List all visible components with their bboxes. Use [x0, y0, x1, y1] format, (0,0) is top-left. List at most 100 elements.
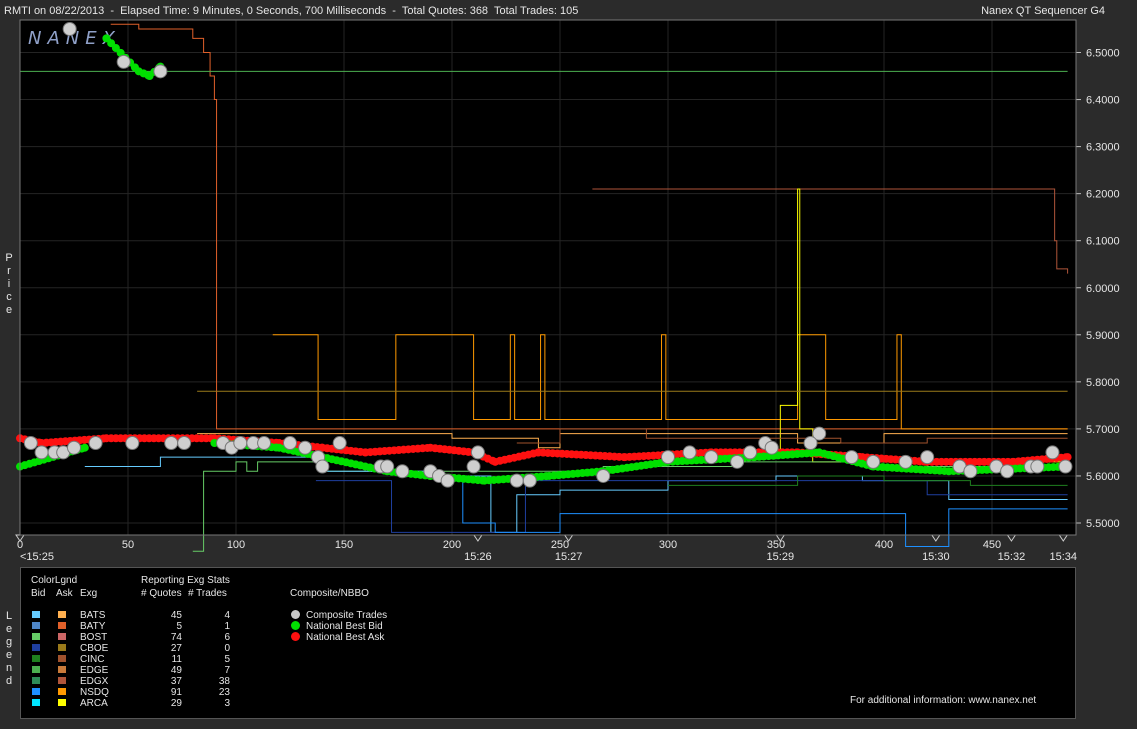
- exchange-trades: 4: [224, 610, 230, 621]
- exchange-name: EDGE: [80, 665, 109, 676]
- time-tick-mark: [472, 534, 483, 542]
- y-axis-label-letter: i: [7, 278, 11, 290]
- y-axis-label-letter: P: [5, 252, 13, 264]
- composite-trade-point: [164, 436, 179, 451]
- footer-info: For additional information: www.nanex.ne…: [850, 695, 1037, 706]
- time-tick-label: 15:34: [1050, 551, 1078, 563]
- exchange-trades: 0: [224, 643, 230, 654]
- exchange-trades: 23: [218, 687, 230, 698]
- x-tick-label: 250: [551, 539, 569, 551]
- y-tick-label: 5.6000: [1086, 471, 1120, 483]
- composite-trade-point: [1030, 459, 1045, 474]
- bid-color-swatch: [32, 611, 40, 618]
- y-axis-label-letter: e: [5, 304, 13, 316]
- legend-exg-header: Exg: [80, 588, 98, 599]
- composite-trade-point: [116, 54, 131, 69]
- legend-panel: ColorLgnd Bid Ask Exg Reporting Exg Stat…: [20, 567, 1076, 719]
- bid-color-swatch: [32, 677, 40, 684]
- exchange-quotes: 74: [170, 632, 182, 643]
- legend-side-letter: e: [5, 649, 13, 661]
- y-tick-label: 5.8000: [1086, 377, 1120, 389]
- exchange-quotes: 11: [171, 654, 182, 665]
- y-axis-label-letter: r: [7, 265, 11, 277]
- composite-legend-dot: [291, 610, 300, 619]
- time-tick-label: <15:25: [20, 551, 54, 563]
- exchange-trades: 38: [218, 676, 230, 687]
- composite-trade-point: [34, 445, 49, 460]
- x-tick-label: 300: [659, 539, 677, 551]
- composite-trade-point: [332, 436, 347, 451]
- composite-trade-point: [23, 436, 38, 451]
- composite-legend-label: National Best Ask: [306, 632, 385, 643]
- x-tick-label: 50: [122, 539, 134, 551]
- legend-side-letter: e: [5, 623, 13, 635]
- composite-legend-dot: [291, 632, 300, 641]
- composite-legend-label: National Best Bid: [306, 621, 383, 632]
- composite-trade-point: [177, 436, 192, 451]
- x-tick-label: 200: [443, 539, 461, 551]
- bid-color-swatch: [32, 644, 40, 651]
- legend-stats-header: Reporting Exg Stats: [141, 575, 230, 586]
- composite-trade-point: [764, 440, 779, 455]
- exchange-quotes: 45: [170, 610, 182, 621]
- composite-trade-point: [803, 436, 818, 451]
- composite-trade-point: [704, 450, 719, 465]
- bid-color-swatch: [32, 655, 40, 662]
- composite-trade-point: [466, 459, 481, 474]
- bid-color-swatch: [32, 688, 40, 695]
- exchange-name: ARCA: [80, 698, 108, 709]
- composite-trade-point: [233, 436, 248, 451]
- x-tick-label: 400: [875, 539, 893, 551]
- exchange-name: BATY: [80, 621, 106, 632]
- legend-side-letter: d: [5, 675, 13, 687]
- y-tick-label: 5.7000: [1086, 424, 1120, 436]
- composite-trade-point: [67, 440, 81, 455]
- composite-trade-point: [283, 436, 297, 451]
- legend-side-letter: L: [5, 610, 13, 622]
- composite-trade-point: [866, 454, 881, 469]
- legend-bid-header: Bid: [31, 588, 46, 599]
- exchange-quotes: 91: [170, 687, 182, 698]
- time-tick-label: 15:27: [555, 551, 583, 563]
- legend-side-letter: g: [5, 636, 13, 648]
- composite-trade-point: [730, 454, 745, 469]
- composite-legend-dot: [291, 621, 300, 630]
- exchange-trades: 5: [224, 654, 230, 665]
- y-tick-label: 6.5000: [1086, 48, 1120, 60]
- composite-trade-point: [125, 436, 140, 451]
- legend-trades-header: # Trades: [188, 588, 227, 599]
- ask-color-swatch: [58, 622, 66, 629]
- bid-color-swatch: [32, 666, 40, 673]
- composite-trade-point: [315, 459, 330, 474]
- composite-trade-point: [661, 450, 675, 465]
- exchange-name: EDGX: [80, 676, 109, 687]
- exchange-name: NSDQ: [80, 687, 109, 698]
- exchange-quotes: 37: [170, 676, 182, 687]
- time-tick-label: 15:29: [767, 551, 795, 563]
- composite-trade-point: [380, 459, 395, 474]
- y-axis-label: Price: [4, 252, 14, 317]
- y-tick-label: 6.1000: [1086, 236, 1120, 248]
- bid-color-swatch: [32, 699, 40, 706]
- ask-color-swatch: [58, 666, 66, 673]
- composite-trade-point: [522, 473, 537, 488]
- composite-trade-point: [1045, 445, 1060, 460]
- exchange-quotes: 49: [170, 665, 182, 676]
- time-tick-mark: [1058, 534, 1069, 542]
- composite-trade-point: [257, 436, 272, 451]
- composite-legend-label: Composite Trades: [306, 610, 388, 621]
- composite-trade-point: [743, 445, 758, 460]
- x-tick-label: 350: [767, 539, 785, 551]
- legend-composite-header: Composite/NBBO: [290, 588, 369, 599]
- legend-color-header: ColorLgnd: [31, 575, 78, 586]
- x-tick-label: 150: [335, 539, 353, 551]
- y-tick-label: 5.9000: [1086, 330, 1120, 342]
- time-tick-mark: [930, 534, 941, 542]
- ask-color-swatch: [58, 677, 66, 684]
- composite-trade-point: [920, 450, 935, 465]
- legend-quotes-header: # Quotes: [141, 588, 182, 599]
- y-tick-label: 6.3000: [1086, 142, 1120, 154]
- ask-color-swatch: [58, 699, 66, 706]
- x-tick-label: 450: [983, 539, 1001, 551]
- time-tick-mark: [1006, 534, 1017, 542]
